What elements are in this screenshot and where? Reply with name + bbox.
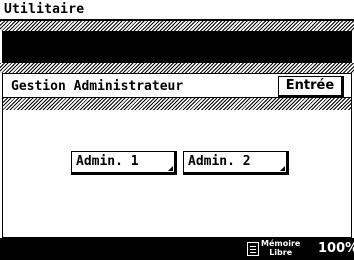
panel-header: Gestion Administrateur Entrée	[3, 74, 351, 98]
free-memory-label: Mémoire Libre	[261, 239, 300, 257]
free-memory-label-line2: Libre	[269, 248, 293, 257]
hatch-band-middle	[0, 63, 354, 73]
title-bar: Utilitaire	[0, 0, 354, 21]
enter-button[interactable]: Entrée	[278, 76, 344, 98]
free-memory-label-line1: Mémoire	[261, 239, 301, 248]
admin-management-panel: Gestion Administrateur Entrée Admin. 1 A…	[2, 73, 352, 238]
status-bar: Mémoire Libre 100%	[0, 238, 354, 260]
memory-icon	[247, 242, 259, 256]
screen-title: Utilitaire	[4, 2, 85, 17]
panel-hatch-band	[3, 98, 351, 110]
message-area	[2, 31, 352, 63]
admin-1-button[interactable]: Admin. 1	[71, 151, 177, 175]
panel-title: Gestion Administrateur	[11, 79, 184, 94]
free-memory-value: 100%	[318, 241, 354, 256]
hatch-band-top	[0, 21, 354, 31]
admin-2-button[interactable]: Admin. 2	[183, 151, 289, 175]
copier-screen: Utilitaire Gestion Administrateur Entrée…	[0, 0, 354, 260]
